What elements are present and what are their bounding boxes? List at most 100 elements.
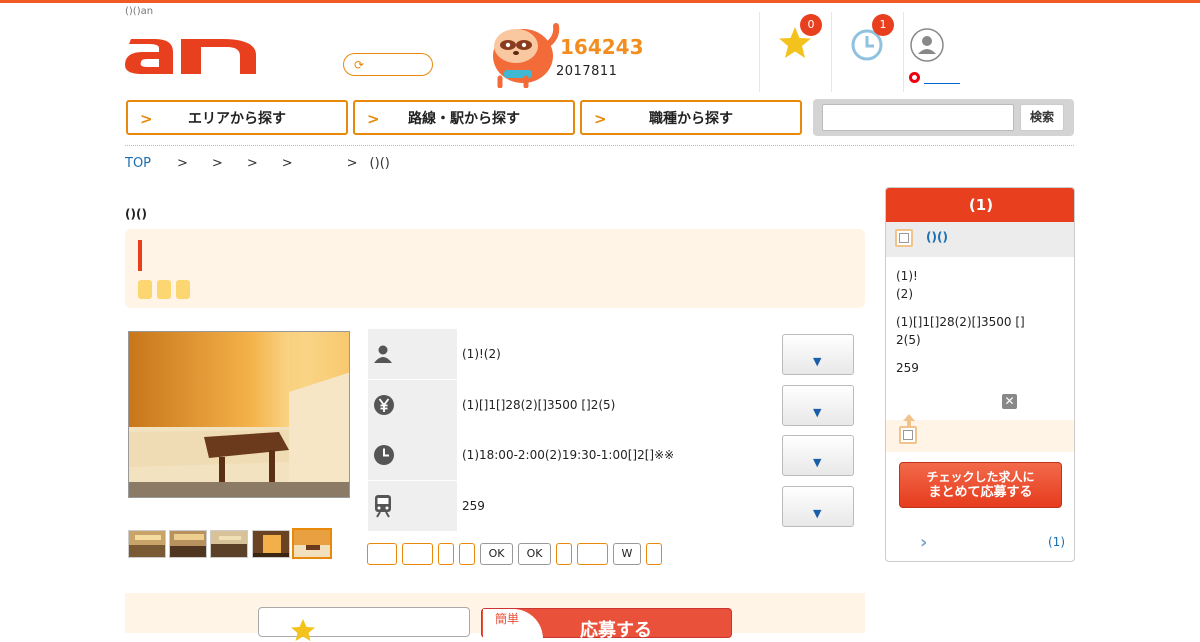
bulk-apply-line2: まとめて応募する [928, 485, 1033, 500]
an-logo[interactable] [125, 38, 257, 76]
photo-thumbnail[interactable] [252, 530, 290, 558]
expand-button[interactable]: ▼ [782, 334, 854, 375]
switch-button[interactable]: ⟳ [343, 53, 433, 76]
photo-thumbnail-selected[interactable] [292, 528, 332, 559]
total-job-count-sub: 2017811 [556, 64, 618, 79]
history-badge: 1 [872, 14, 894, 36]
clock-icon [374, 445, 394, 465]
train-icon [375, 495, 391, 518]
breadcrumb-separator: > [246, 156, 258, 171]
photo-thumbnail[interactable] [210, 530, 248, 558]
chevron-down-icon: ▼ [813, 355, 822, 368]
breadcrumb-separator: > [211, 156, 223, 171]
bulk-apply-button[interactable]: チェックした求人に まとめて応募する [899, 462, 1062, 508]
chevron-right-icon[interactable]: › [920, 532, 927, 553]
feature-badge [459, 543, 475, 565]
info-text: (1)!(2) [462, 347, 501, 361]
refresh-icon: ⟳ [354, 57, 365, 72]
panel-line: (1)! [896, 269, 918, 283]
favorites-badge: 0 [800, 14, 822, 36]
area-search-label: エリアから探す [188, 110, 286, 127]
panel-job-link[interactable]: ()() [926, 230, 948, 244]
info-row-salary: (1)[]1[]28(2)[]3500 []2(5) ▼ [368, 380, 856, 430]
bulk-apply-line1: チェックした求人に [926, 470, 1035, 484]
info-icon-cell [368, 380, 457, 430]
chevron-right-icon: > [594, 110, 607, 128]
restaurant-room-image [129, 332, 349, 497]
search-input[interactable] [822, 104, 1014, 131]
feature-badge: W [613, 543, 641, 565]
expand-button[interactable]: ▼ [782, 385, 854, 426]
breadcrumb-separator: > [281, 156, 293, 171]
chevron-down-icon: ▼ [813, 456, 822, 469]
divider [125, 145, 1074, 146]
info-row-hours: (1)18:00-2:00(2)19:30-1:00[]2[]※※ ▼ [368, 430, 856, 480]
panel-line: (1)[]1[]28(2)[]3500 [] [896, 315, 1025, 329]
header-divider [903, 12, 904, 92]
job-type-search-label: 職種から探す [649, 110, 733, 127]
expand-button[interactable]: ▼ [782, 486, 854, 527]
checkbox-box [903, 430, 913, 440]
job-tag [176, 280, 190, 299]
panel-line: 259 [896, 361, 919, 375]
job-checkbox[interactable] [895, 229, 913, 247]
info-icon-cell [368, 430, 457, 480]
job-company-name: ()() [125, 207, 147, 221]
header-divider [831, 12, 832, 92]
tagline: ()()an [125, 6, 154, 17]
breadcrumb-current: ()() [369, 156, 390, 171]
feature-badge: OK [518, 543, 551, 565]
photo-thumbnail[interactable] [169, 530, 207, 558]
feature-badge [438, 543, 454, 565]
feature-badge [556, 543, 572, 565]
login-link[interactable] [924, 72, 960, 84]
search-button[interactable]: 検索 [1020, 104, 1064, 131]
area-search-button[interactable]: > エリアから探す [126, 100, 348, 135]
info-icon-cell [368, 329, 457, 379]
keep-button[interactable] [258, 607, 470, 641]
person-icon [374, 345, 392, 363]
sloth-mascot-icon [493, 23, 560, 88]
total-job-count: 164243 [560, 35, 644, 59]
expand-button[interactable]: ▼ [782, 435, 854, 476]
arrow-up-icon [903, 414, 915, 426]
feature-badge [367, 543, 397, 565]
info-text: (1)[]1[]28(2)[]3500 []2(5) [462, 398, 616, 412]
info-row-access: 259 ▼ [368, 481, 856, 531]
close-icon[interactable]: ✕ [1002, 394, 1017, 409]
route-search-button[interactable]: > 路線・駅から探す [353, 100, 575, 135]
info-row-people: (1)!(2) ▼ [368, 329, 856, 379]
header-divider [759, 12, 760, 92]
main-photo [128, 331, 350, 498]
chevron-down-icon: ▼ [813, 406, 822, 419]
thumbnail-image [170, 531, 206, 557]
feature-badge [646, 543, 662, 565]
info-text: 259 [462, 499, 485, 513]
feature-badge: OK [480, 543, 513, 565]
breadcrumb-top-link[interactable]: TOP [125, 156, 151, 171]
feature-badge [577, 543, 608, 565]
user-icon[interactable] [909, 27, 945, 63]
panel-item-header [886, 222, 1074, 257]
more-count-link[interactable]: (1) [1048, 535, 1065, 549]
chevron-right-icon: > [367, 110, 380, 128]
panel-line: 2(5) [896, 333, 921, 347]
info-text: (1)18:00-2:00(2)19:30-1:00[]2[]※※ [462, 448, 675, 462]
status-dot-icon [909, 72, 920, 83]
feature-badge [402, 543, 433, 565]
chevron-right-icon: > [140, 110, 153, 128]
job-tag [157, 280, 171, 299]
select-all-checkbox[interactable] [899, 426, 917, 444]
checkbox-box [899, 233, 909, 243]
search-box: 検索 [813, 99, 1074, 136]
breadcrumb-separator: > [177, 156, 188, 171]
breadcrumb: TOP > > > > > ()() [125, 156, 390, 171]
thumbnail-image [129, 531, 165, 557]
title-accent-bar [138, 240, 142, 271]
thumbnail-image [253, 531, 289, 557]
chevron-down-icon: ▼ [813, 507, 822, 520]
thumbnail-image [294, 530, 330, 557]
photo-thumbnail[interactable] [128, 530, 166, 558]
job-type-search-button[interactable]: > 職種から探す [580, 100, 802, 135]
apply-label: 応募する [580, 620, 652, 641]
